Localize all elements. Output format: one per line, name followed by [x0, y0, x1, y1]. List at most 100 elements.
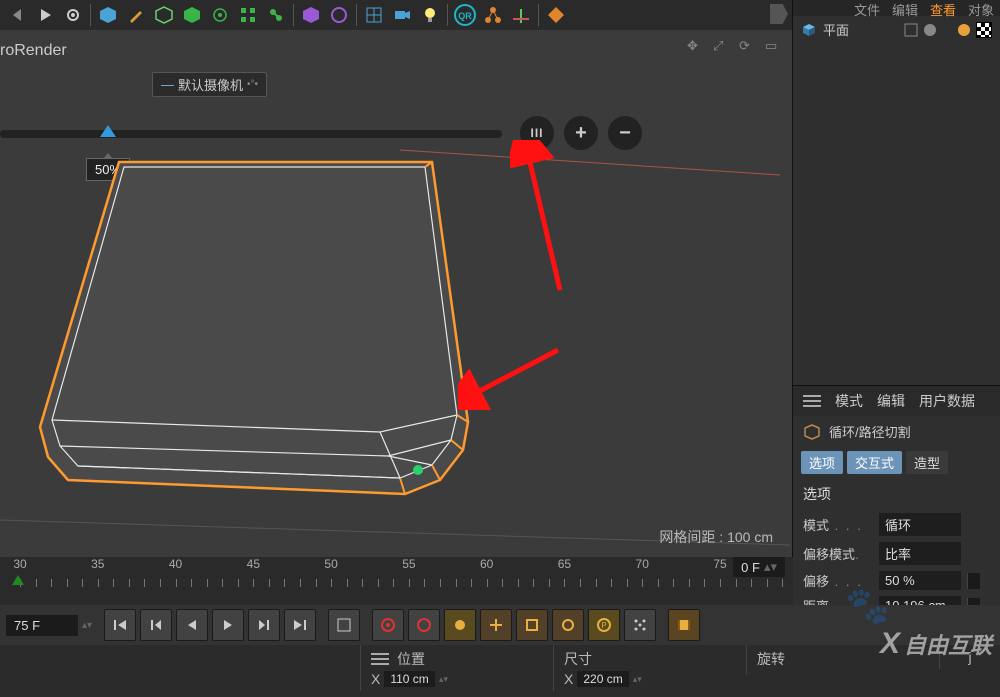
play-icon[interactable] — [32, 2, 58, 28]
axis-icon[interactable] — [508, 2, 534, 28]
gear-icon[interactable] — [60, 2, 86, 28]
prop-offsetmode-label: 偏移模式 — [803, 547, 855, 562]
attrtab-edit[interactable]: 编辑 — [877, 391, 905, 411]
step-back-button[interactable] — [176, 609, 208, 641]
subtab-interactive[interactable]: 交互式 — [847, 451, 902, 474]
start-frame-field[interactable]: 75 F — [6, 615, 78, 636]
prev-key-button[interactable] — [140, 609, 172, 641]
coords-rotation-label: 旋转 — [757, 649, 785, 669]
field-purple-icon[interactable] — [326, 2, 352, 28]
attrtab-mode[interactable]: 模式 — [835, 391, 863, 411]
cube-green-icon[interactable] — [179, 2, 205, 28]
light-icon[interactable] — [417, 2, 443, 28]
object-name: 平面 — [823, 20, 849, 39]
render-dot-icon[interactable] — [924, 24, 936, 36]
prop-mode-value[interactable]: 循环 — [879, 513, 961, 536]
tab-view[interactable]: 查看 — [930, 0, 956, 16]
x-label: X — [371, 671, 380, 687]
coords-size-label: 尺寸 — [564, 649, 592, 669]
ruler-tick: 60 — [480, 557, 493, 571]
key-sel-button[interactable] — [444, 609, 476, 641]
watermark-paw-icon: 🐾 — [845, 585, 890, 627]
right-panel: 文件 编辑 查看 对象 平面 模式 编辑 用户数据 循环/路径切割 选项 交互式… — [792, 0, 1000, 697]
play-button[interactable] — [212, 609, 244, 641]
prop-offset-label: 偏移 — [803, 574, 829, 589]
scale-key-button[interactable] — [516, 609, 548, 641]
subtab-shape[interactable]: 造型 — [906, 451, 948, 474]
grid-spacing-label: 网格间距 : 100 cm — [659, 527, 773, 547]
prop-offset-value[interactable]: 50 % — [879, 571, 961, 590]
tab-edit[interactable]: 编辑 — [892, 0, 918, 16]
deformer-purple-icon[interactable] — [298, 2, 324, 28]
hierarchy-orange-icon[interactable] — [480, 2, 506, 28]
tab-object[interactable]: 对象 — [968, 0, 994, 16]
renderer-label: roRender — [0, 42, 67, 60]
goto-start-button[interactable] — [104, 609, 136, 641]
array-icon[interactable] — [235, 2, 261, 28]
layer-dot-icon[interactable] — [958, 24, 970, 36]
attribute-manager: 模式 编辑 用户数据 循环/路径切割 选项 交互式 造型 选项 模式 . . .… — [793, 385, 1000, 618]
texture-checker-icon[interactable] — [976, 22, 992, 38]
tool-name: 循环/路径切割 — [829, 422, 911, 441]
prop-offsetmode-value[interactable]: 比率 — [879, 542, 961, 565]
autokey-button[interactable] — [408, 609, 440, 641]
hamburger-icon[interactable] — [371, 653, 389, 665]
film-icon[interactable] — [668, 609, 700, 641]
prop-mode-label: 模式 — [803, 518, 829, 533]
move-key-button[interactable] — [480, 609, 512, 641]
ruler-tick: 40 — [169, 557, 182, 571]
ruler-tick: 55 — [402, 557, 415, 571]
diamond-orange-icon[interactable] — [543, 2, 569, 28]
spinner-icon[interactable] — [967, 573, 980, 589]
plane-object-icon — [801, 22, 817, 38]
ruler-tick: 50 — [324, 557, 337, 571]
coords-position-label: 位置 — [397, 649, 425, 669]
qr-icon[interactable]: QR — [452, 2, 478, 28]
viewport[interactable]: roRender ✥ ⤢ ⟳ ▭ — 默认摄像机 •°• 50% III + − — [0, 30, 793, 557]
link-icon[interactable] — [263, 2, 289, 28]
current-frame-field[interactable]: 0 F▴▾ — [733, 557, 785, 577]
section-options: 选项 — [793, 478, 1000, 510]
hamburger-icon[interactable] — [803, 395, 821, 407]
maximize-view-icon[interactable]: ▭ — [765, 38, 785, 58]
ruler-tick: 65 — [558, 557, 571, 571]
svg-text:QR: QR — [458, 11, 472, 21]
rotate-key-button[interactable] — [552, 609, 584, 641]
atom-icon[interactable] — [207, 2, 233, 28]
svg-text:P: P — [601, 621, 606, 630]
timeline[interactable]: 30 35 40 45 50 55 60 65 70 75 0 F▴▾ — [0, 557, 793, 605]
fcurve-button[interactable] — [328, 609, 360, 641]
camera-icon[interactable] — [389, 2, 415, 28]
ruler-tick: 30 — [13, 557, 26, 571]
record-button[interactable] — [372, 609, 404, 641]
visibility-icon[interactable] — [904, 23, 918, 37]
move-view-icon[interactable]: ✥ — [687, 38, 707, 58]
zoom-view-icon[interactable]: ⤢ — [713, 38, 733, 58]
tab-file[interactable]: 文件 — [854, 0, 880, 16]
ruler-tick: 70 — [636, 557, 649, 571]
rotate-view-icon[interactable]: ⟳ — [739, 38, 759, 58]
attrtab-userdata[interactable]: 用户数据 — [919, 391, 975, 411]
mesh-object[interactable] — [0, 90, 793, 560]
subtab-options[interactable]: 选项 — [801, 451, 843, 474]
pen-icon[interactable] — [123, 2, 149, 28]
cube-outline-icon[interactable] — [151, 2, 177, 28]
pointlevel-key-button[interactable] — [624, 609, 656, 641]
timeline-cursor-icon[interactable] — [12, 575, 24, 585]
undo-icon[interactable] — [4, 2, 30, 28]
x-label: X — [564, 671, 573, 687]
grid-blue-icon[interactable] — [361, 2, 387, 28]
object-manager-tabs: 文件 编辑 查看 对象 — [793, 0, 1000, 16]
ruler-tick: 75 — [713, 557, 726, 571]
step-fwd-button[interactable] — [248, 609, 280, 641]
coordinates-bar: 位置 X 110 cm ▴▾ 尺寸 X 220 cm ▴▾ 旋转 j — [0, 645, 1000, 697]
cube-blue-icon[interactable] — [95, 2, 121, 28]
pos-x-value[interactable]: 110 cm — [384, 671, 434, 687]
ruler-tick: 35 — [91, 557, 104, 571]
ruler-tick: 45 — [247, 557, 260, 571]
object-row-plane[interactable]: 平面 — [793, 16, 1000, 43]
goto-end-button[interactable] — [284, 609, 316, 641]
tool-cube-icon — [803, 423, 821, 441]
size-x-value[interactable]: 220 cm — [577, 671, 628, 687]
param-key-button[interactable]: P — [588, 609, 620, 641]
